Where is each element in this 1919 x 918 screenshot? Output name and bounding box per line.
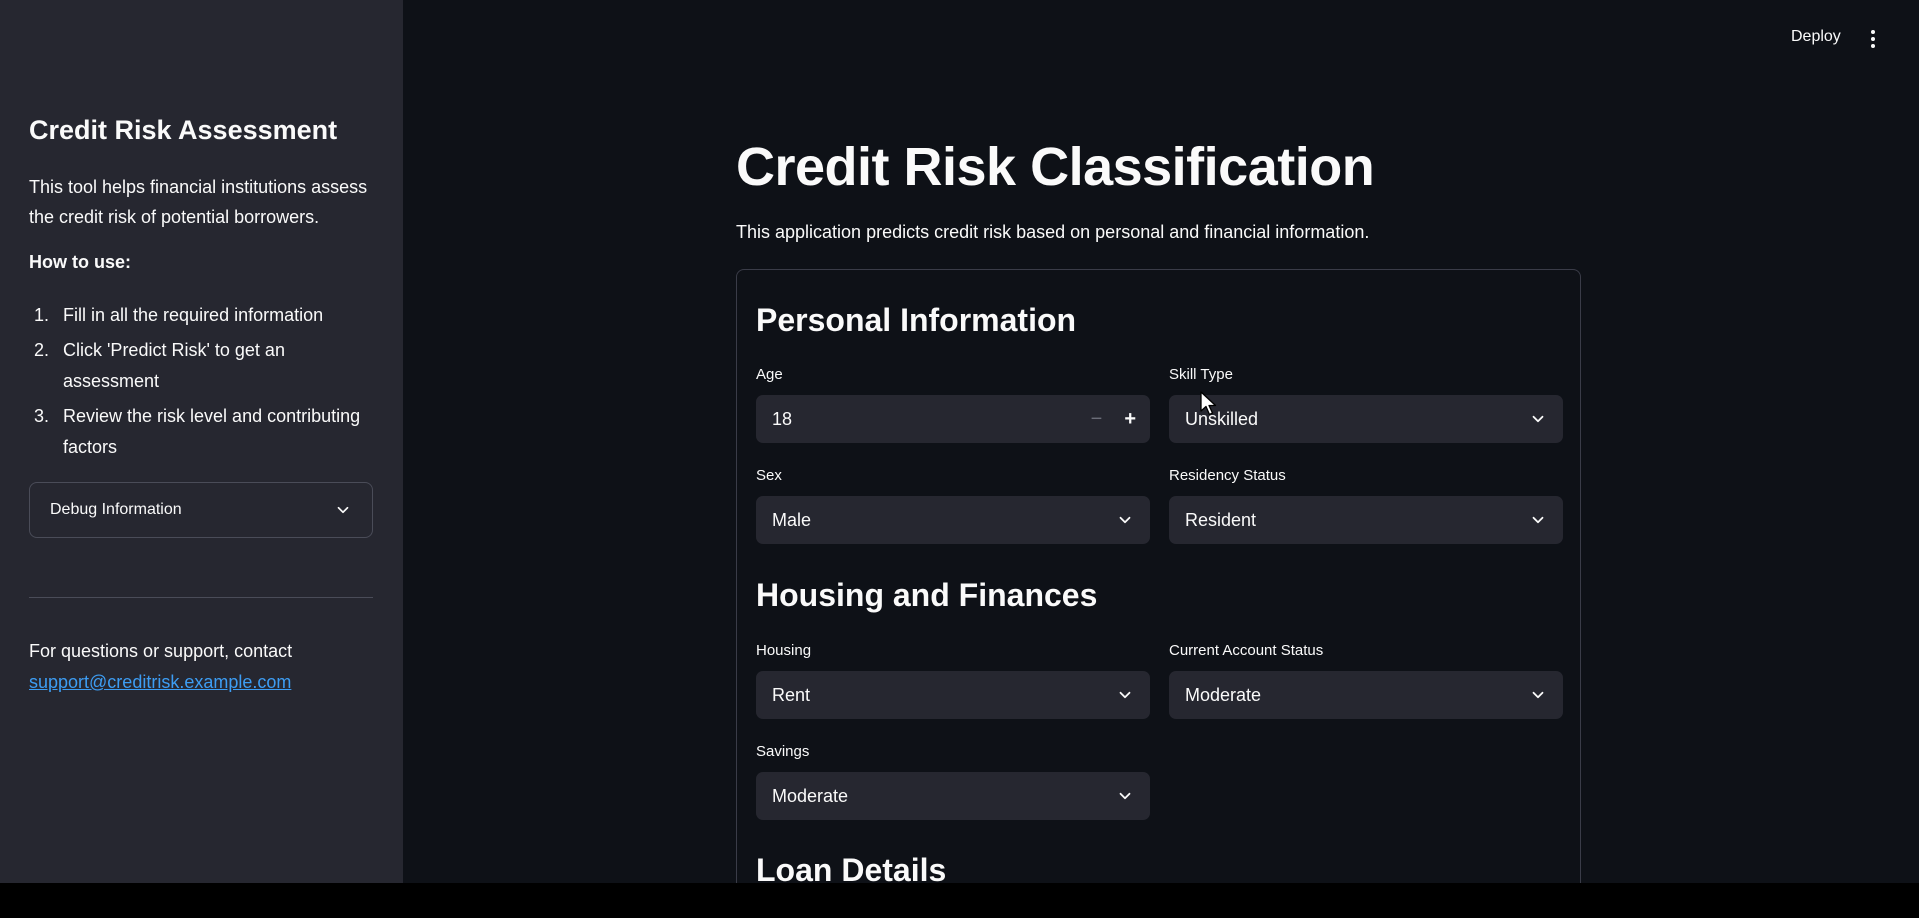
residency-status-label: Residency Status (1169, 467, 1286, 484)
step-number: 1. (34, 305, 50, 325)
chevron-down-icon (1119, 792, 1131, 800)
section-title-personal: Personal Information (756, 302, 1077, 338)
page-subtitle: This application predicts credit risk ba… (736, 222, 1370, 242)
housing-value: Rent (772, 684, 811, 705)
chevron-down-icon (1119, 691, 1131, 699)
residency-status-value: Resident (1185, 509, 1257, 530)
deploy-button[interactable]: Deploy (1791, 28, 1841, 46)
input-form: Personal Information Age 18 − + Skill Ty… (736, 269, 1581, 883)
skill-type-label: Skill Type (1169, 366, 1233, 383)
residency-status-select[interactable]: Resident (1169, 496, 1563, 544)
sidebar-title: Credit Risk Assessment (29, 115, 338, 145)
chevron-down-icon (1532, 691, 1544, 699)
sidebar-divider (29, 597, 373, 598)
account-status-value: Moderate (1185, 684, 1262, 705)
age-value: 18 (772, 408, 793, 429)
sex-label: Sex (756, 467, 782, 484)
step-text: Click 'Predict Risk' to get an assessmen… (63, 340, 285, 391)
savings-label: Savings (756, 743, 810, 760)
section-title-housing: Housing and Finances (756, 577, 1098, 613)
chevron-down-icon (1532, 516, 1544, 524)
window-bottom-bar (0, 883, 1919, 918)
sex-value: Male (772, 509, 812, 530)
app-window: Credit Risk Assessment This tool helps f… (0, 0, 1919, 883)
sidebar-description: This tool helps financial institutions a… (29, 177, 368, 227)
housing-select[interactable]: Rent (756, 671, 1150, 719)
debug-information-label: Debug Information (50, 501, 182, 518)
chevron-down-icon (1532, 415, 1544, 423)
housing-label: Housing (756, 642, 812, 659)
sidebar: Credit Risk Assessment This tool helps f… (0, 0, 403, 883)
step-number: 2. (34, 340, 50, 360)
kebab-menu-icon[interactable] (1871, 30, 1877, 50)
age-number-input[interactable]: 18 − + (756, 395, 1150, 443)
savings-select[interactable]: Moderate (756, 772, 1150, 820)
how-to-steps: 1. Fill in all the required information … (29, 300, 379, 467)
account-status-select[interactable]: Moderate (1169, 671, 1563, 719)
step-item: 2. Click 'Predict Risk' to get an assess… (29, 335, 379, 397)
step-text: Fill in all the required information (63, 305, 324, 325)
mouse-cursor-icon (1200, 391, 1217, 416)
step-text: Review the risk level and contributing f… (63, 406, 361, 457)
debug-information-expander[interactable]: Debug Information (29, 482, 373, 538)
skill-type-select[interactable]: Unskilled (1169, 395, 1563, 443)
chevron-down-icon (337, 506, 349, 514)
account-status-label: Current Account Status (1169, 642, 1324, 659)
support-email-link[interactable]: support@creditrisk.example.com (29, 667, 292, 698)
support-contact: For questions or support, contact suppor… (29, 636, 292, 698)
decrement-button[interactable]: − (1091, 408, 1103, 431)
skill-type-value: Unskilled (1185, 408, 1259, 429)
sex-select[interactable]: Male (756, 496, 1150, 544)
how-to-heading: How to use: (29, 252, 131, 272)
contact-text: For questions or support, contact (29, 641, 293, 661)
step-number: 3. (34, 406, 50, 426)
increment-button[interactable]: + (1124, 408, 1136, 431)
savings-value: Moderate (772, 785, 849, 806)
chevron-down-icon (1119, 516, 1131, 524)
age-label: Age (756, 366, 783, 383)
step-item: 1. Fill in all the required information (29, 300, 379, 331)
page-title: Credit Risk Classification (736, 137, 1375, 197)
section-title-loan: Loan Details (756, 852, 947, 883)
step-item: 3. Review the risk level and contributin… (29, 401, 379, 463)
